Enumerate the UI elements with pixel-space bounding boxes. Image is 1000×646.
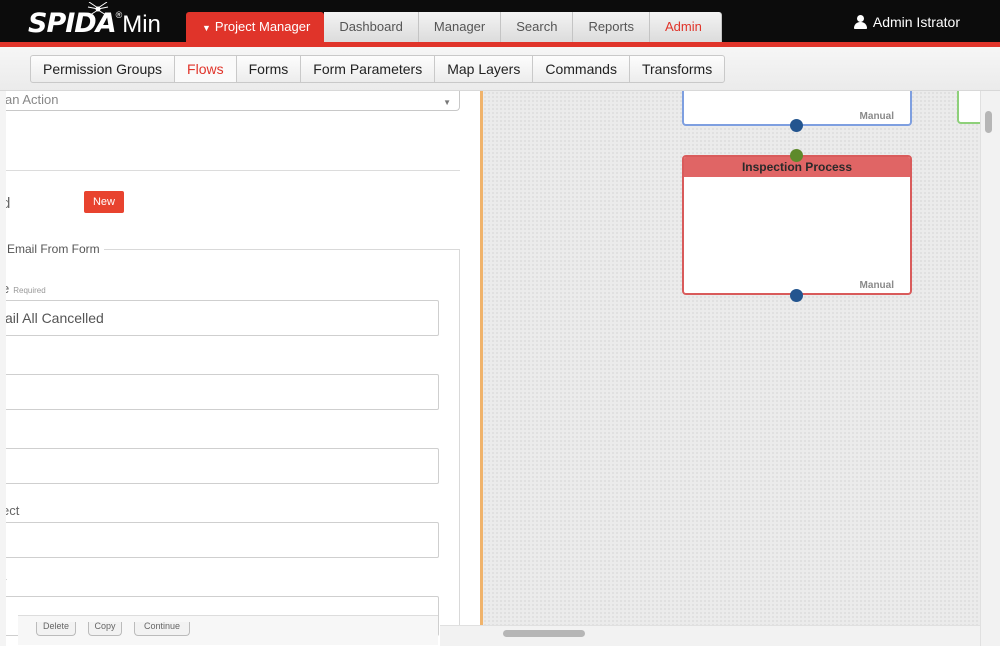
sub-nav: Permission Groups Flows Forms Form Param… bbox=[0, 47, 1000, 91]
caret-down-icon: ▼ bbox=[202, 23, 211, 33]
admin-subtabs: Permission Groups Flows Forms Form Param… bbox=[30, 55, 726, 83]
name-field-label: e Required bbox=[6, 281, 46, 296]
action-select[interactable]: an Action ▼ bbox=[6, 91, 460, 111]
text-input-2[interactable] bbox=[6, 374, 439, 410]
subtab-permission-groups[interactable]: Permission Groups bbox=[31, 56, 176, 82]
tab-reports[interactable]: Reports bbox=[573, 12, 650, 42]
flow-editor-panel: an Action ▼ d New Email From Form e Requi… bbox=[6, 91, 480, 646]
flow-node-partial[interactable] bbox=[957, 91, 980, 124]
node-output-port[interactable] bbox=[790, 119, 803, 132]
tab-project-manager[interactable]: ▼ Project Manager bbox=[186, 12, 325, 42]
flow-node-inspection-process[interactable]: Inspection Process Manual bbox=[682, 155, 912, 295]
node-input-port[interactable] bbox=[790, 149, 803, 162]
action-select-value: an Action bbox=[6, 92, 59, 107]
tab-dashboard[interactable]: Dashboard bbox=[324, 12, 419, 42]
subtab-flows[interactable]: Flows bbox=[175, 56, 237, 82]
flow-canvas[interactable]: Manual Inspection Process Manual bbox=[483, 91, 980, 625]
spidamin-logo[interactable]: SPIDA®Min bbox=[28, 2, 161, 39]
tab-search[interactable]: Search bbox=[501, 12, 574, 42]
divider-line bbox=[6, 170, 460, 171]
subtab-forms[interactable]: Forms bbox=[237, 56, 302, 82]
fieldset-legend: Email From Form bbox=[6, 242, 104, 256]
top-bar: SPIDA®Min ▼ Project Manager Dashboard Man… bbox=[0, 0, 1000, 42]
name-input[interactable]: ail All Cancelled bbox=[6, 300, 439, 336]
user-menu[interactable]: Admin Istrator bbox=[853, 14, 960, 30]
continue-button[interactable]: Continue bbox=[134, 622, 190, 636]
field-label-text: e bbox=[6, 281, 9, 296]
subtab-commands[interactable]: Commands bbox=[533, 56, 630, 82]
field-label: d bbox=[6, 195, 11, 212]
tab-manager[interactable]: Manager bbox=[418, 12, 502, 42]
subtab-transforms[interactable]: Transforms bbox=[630, 56, 724, 82]
delete-button[interactable]: Delete bbox=[36, 622, 76, 636]
vertical-scroll-thumb[interactable] bbox=[985, 111, 992, 133]
node-output-port[interactable] bbox=[790, 289, 803, 302]
spider-icon bbox=[87, 2, 109, 16]
horizontal-scroll-thumb[interactable] bbox=[503, 630, 585, 637]
body-field-label: v bbox=[6, 574, 7, 589]
required-indicator: Required bbox=[13, 286, 46, 295]
main-nav: ▼ Project Manager Dashboard Manager Searc… bbox=[186, 12, 722, 42]
node-type-label: Manual bbox=[859, 280, 894, 291]
node-type-label: Manual bbox=[859, 111, 894, 122]
subject-input[interactable] bbox=[6, 522, 439, 558]
subtab-form-parameters[interactable]: Form Parameters bbox=[301, 56, 436, 82]
logo-subtext: Min bbox=[122, 11, 161, 38]
new-button[interactable]: New bbox=[84, 191, 124, 213]
user-icon bbox=[853, 15, 867, 29]
text-input-3[interactable] bbox=[6, 448, 439, 484]
subtab-map-layers[interactable]: Map Layers bbox=[435, 56, 534, 82]
copy-button[interactable]: Copy bbox=[88, 622, 122, 636]
horizontal-scrollbar[interactable] bbox=[440, 625, 980, 646]
select-arrow-icon: ▼ bbox=[443, 98, 451, 107]
tab-label: Project Manager bbox=[214, 19, 311, 34]
user-name: Admin Istrator bbox=[872, 14, 960, 30]
logo-registered: ® bbox=[115, 10, 123, 20]
tab-admin[interactable]: Admin bbox=[649, 12, 722, 42]
action-button-row: Delete Copy Continue bbox=[18, 615, 438, 645]
vertical-scrollbar[interactable] bbox=[980, 91, 1000, 646]
subject-field-label: ect bbox=[6, 503, 20, 518]
